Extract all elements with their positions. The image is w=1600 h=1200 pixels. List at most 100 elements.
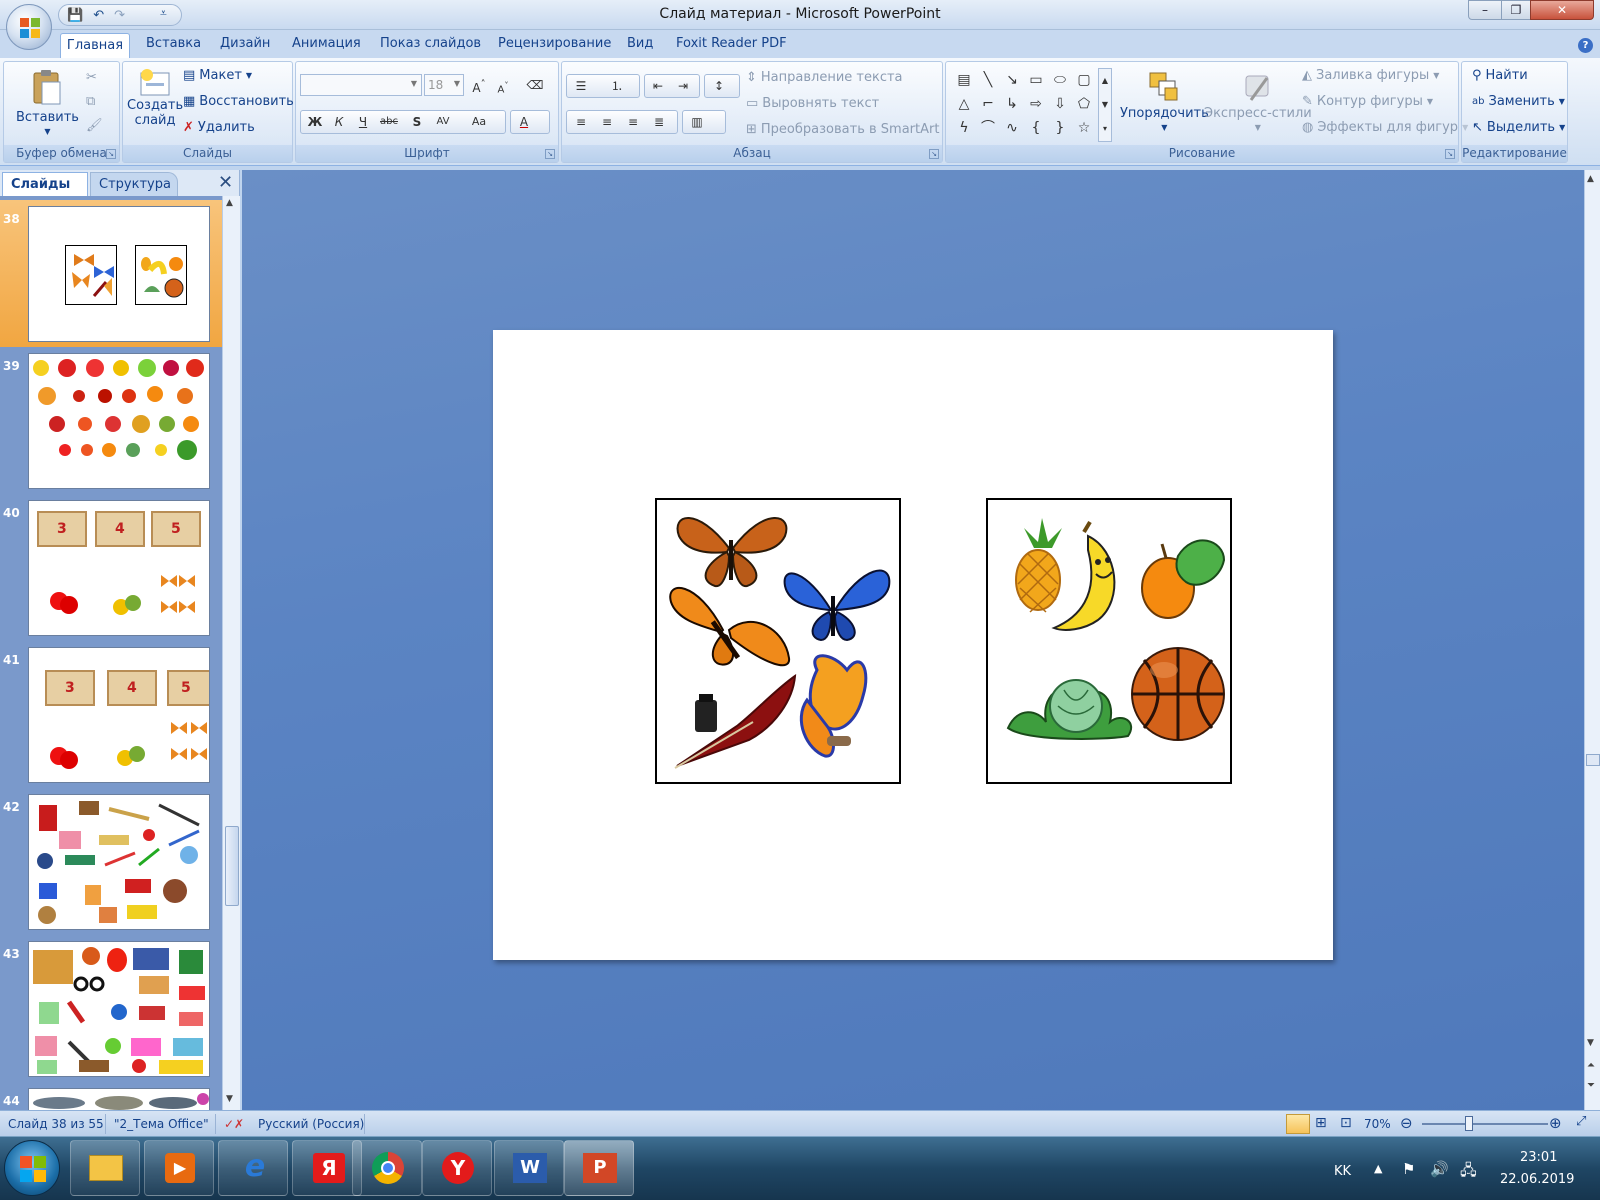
slideshow-view-icon[interactable]: ⊡ <box>1340 1115 1352 1131</box>
normal-view-icon[interactable] <box>1286 1114 1310 1134</box>
input-language[interactable]: KK <box>1334 1164 1351 1179</box>
tab-view[interactable]: Вид <box>627 36 653 51</box>
oval-shape-icon[interactable]: ⬭ <box>1050 70 1070 90</box>
picture-card-fruits[interactable] <box>986 498 1232 784</box>
office-button[interactable] <box>6 4 52 50</box>
align-center-icon[interactable]: ≡ <box>596 111 618 133</box>
dialog-launcher-icon[interactable]: ↘ <box>1445 149 1455 159</box>
picture-card-butterflies[interactable] <box>655 498 901 784</box>
zoom-in-icon[interactable]: ⊕ <box>1549 1114 1562 1132</box>
clock-date[interactable]: 22.06.2019 <box>1500 1172 1574 1187</box>
shape-fill-button[interactable]: ◭ Заливка фигуры ▼ <box>1302 68 1439 83</box>
italic-button[interactable]: К <box>328 111 350 133</box>
tab-foxit[interactable]: Foxit Reader PDF <box>676 36 787 51</box>
network-icon[interactable]: 🖧 <box>1460 1160 1477 1185</box>
help-icon[interactable]: ? <box>1578 38 1593 53</box>
decrease-indent-icon[interactable]: ⇤ <box>647 75 669 97</box>
zoom-slider-track[interactable] <box>1422 1123 1548 1125</box>
columns-icon[interactable]: ▥ <box>686 111 708 133</box>
replace-button[interactable]: ab Заменить ▼ <box>1472 94 1565 109</box>
rectangle-shape-icon[interactable]: ▭ <box>1026 70 1046 90</box>
shapes-scroll[interactable]: ▲ ▼ ▾ <box>1098 68 1112 142</box>
find-button[interactable]: ⚲ Найти <box>1472 68 1528 83</box>
previous-slide-icon[interactable]: ⏶ <box>1587 1060 1595 1071</box>
align-left-icon[interactable]: ≡ <box>570 111 592 133</box>
paste-button[interactable]: Вставить ▼ <box>16 68 79 136</box>
font-color-button[interactable]: A <box>513 111 535 133</box>
justify-icon[interactable]: ≣ <box>648 111 670 133</box>
rounded-rect-shape-icon[interactable]: ▢ <box>1074 70 1094 90</box>
dialog-launcher-icon[interactable]: ↘ <box>106 149 116 159</box>
bullets-icon[interactable]: ☰ <box>570 75 592 97</box>
scroll-down-icon[interactable]: ▼ <box>1587 1038 1594 1048</box>
bold-button[interactable]: Ж <box>304 111 326 133</box>
new-slide-button[interactable]: Создать слайд <box>127 68 183 128</box>
show-hidden-icons[interactable]: ▲ <box>1374 1162 1382 1175</box>
taskbar-media-player[interactable]: ▶ <box>144 1140 214 1196</box>
slide-thumbnail[interactable]: 43 <box>0 935 222 1082</box>
panel-close-icon[interactable]: ✕ <box>218 172 233 193</box>
format-painter-icon[interactable]: 🖌 <box>86 118 103 133</box>
tab-animation[interactable]: Анимация <box>292 36 361 51</box>
taskbar-internet-explorer[interactable]: e <box>218 1140 288 1196</box>
slide-thumbnail[interactable]: 40 3 4 5 <box>0 494 222 641</box>
tab-design[interactable]: Дизайн <box>220 36 270 51</box>
maximize-button[interactable]: ❐ <box>1501 0 1531 20</box>
slide-thumbnail[interactable]: 39 <box>0 347 222 494</box>
pentagon-shape-icon[interactable]: ⬠ <box>1074 94 1094 114</box>
left-brace-shape-icon[interactable]: { <box>1026 118 1046 138</box>
right-brace-shape-icon[interactable]: } <box>1050 118 1070 138</box>
numbering-icon[interactable]: ⒈ <box>606 75 628 97</box>
slide-thumbnail[interactable]: 42 <box>0 788 222 935</box>
thumbnails-scrollbar[interactable]: ▲ ▼ <box>222 196 240 1110</box>
arrange-button[interactable]: Упорядочить ▼ <box>1120 70 1209 132</box>
scroll-down-icon[interactable]: ▼ <box>226 1094 233 1104</box>
taskbar-powerpoint[interactable]: P <box>564 1140 634 1196</box>
zoom-out-icon[interactable]: ⊖ <box>1400 1114 1413 1132</box>
language-indicator[interactable]: Русский (Россия) <box>258 1117 364 1131</box>
arc-shape-icon[interactable]: ⌒ <box>978 118 998 138</box>
tab-review[interactable]: Рецензирование <box>498 36 611 51</box>
font-size-combo[interactable]: 18 ▼ <box>424 74 464 96</box>
slide-sorter-icon[interactable]: ⊞ <box>1315 1115 1327 1131</box>
tab-slideshow[interactable]: Показ слайдов <box>380 36 481 51</box>
zoom-level[interactable]: 70% <box>1364 1117 1391 1131</box>
shrink-font-button[interactable]: A˅ <box>492 74 514 96</box>
zoom-slider-thumb[interactable] <box>1464 1116 1473 1131</box>
slide-thumbnail[interactable]: 38 <box>0 200 222 347</box>
right-arrow-shape-icon[interactable]: ⇨ <box>1026 94 1046 114</box>
action-center-icon[interactable]: ⚑ <box>1402 1160 1415 1178</box>
tab-outline[interactable]: Структура <box>90 172 178 196</box>
taskbar-yandex[interactable]: Y <box>422 1140 492 1196</box>
underline-button[interactable]: Ч <box>352 111 374 133</box>
reset-button[interactable]: ▦ Восстановить <box>183 94 294 109</box>
tab-slides[interactable]: Слайды <box>2 172 88 196</box>
text-direction-button[interactable]: ⇕ Направление текста <box>746 70 903 85</box>
shadow-button[interactable]: S <box>406 111 428 133</box>
taskbar-word[interactable]: W <box>494 1140 564 1196</box>
next-slide-icon[interactable]: ⏷ <box>1587 1080 1595 1091</box>
grow-font-button[interactable]: A˄ <box>468 74 490 96</box>
scroll-up-icon[interactable]: ▲ <box>1587 174 1594 184</box>
align-right-icon[interactable]: ≡ <box>622 111 644 133</box>
dialog-launcher-icon[interactable]: ↘ <box>545 149 555 159</box>
select-button[interactable]: ↖ Выделить ▼ <box>1472 120 1565 135</box>
tab-home[interactable]: Главная <box>60 33 130 59</box>
copy-icon[interactable]: ⧉ <box>86 94 95 109</box>
shape-effects-button[interactable]: ◍Эффекты для фигур▼ <box>1302 120 1468 135</box>
taskbar-chrome[interactable] <box>352 1140 422 1196</box>
tab-insert[interactable]: Вставка <box>146 36 201 51</box>
down-arrow-shape-icon[interactable]: ⇩ <box>1050 94 1070 114</box>
start-button[interactable] <box>4 1140 60 1196</box>
slide-thumbnail[interactable]: 44 <box>0 1082 222 1110</box>
change-case-button[interactable]: Aa <box>468 111 490 133</box>
cut-icon[interactable]: ✂ <box>86 70 97 85</box>
increase-indent-icon[interactable]: ⇥ <box>672 75 694 97</box>
close-button[interactable]: ✕ <box>1530 0 1594 20</box>
clear-formatting-icon[interactable]: ⌫ <box>524 74 546 96</box>
strikethrough-button[interactable]: abc <box>378 111 400 133</box>
minimize-button[interactable]: – <box>1468 0 1502 20</box>
smartart-button[interactable]: ⊞ Преобразовать в SmartArt <box>746 122 939 137</box>
align-text-button[interactable]: ▭ Выровнять текст <box>746 96 879 111</box>
quick-styles-button[interactable]: Экспресс-стили ▼ <box>1204 70 1312 132</box>
